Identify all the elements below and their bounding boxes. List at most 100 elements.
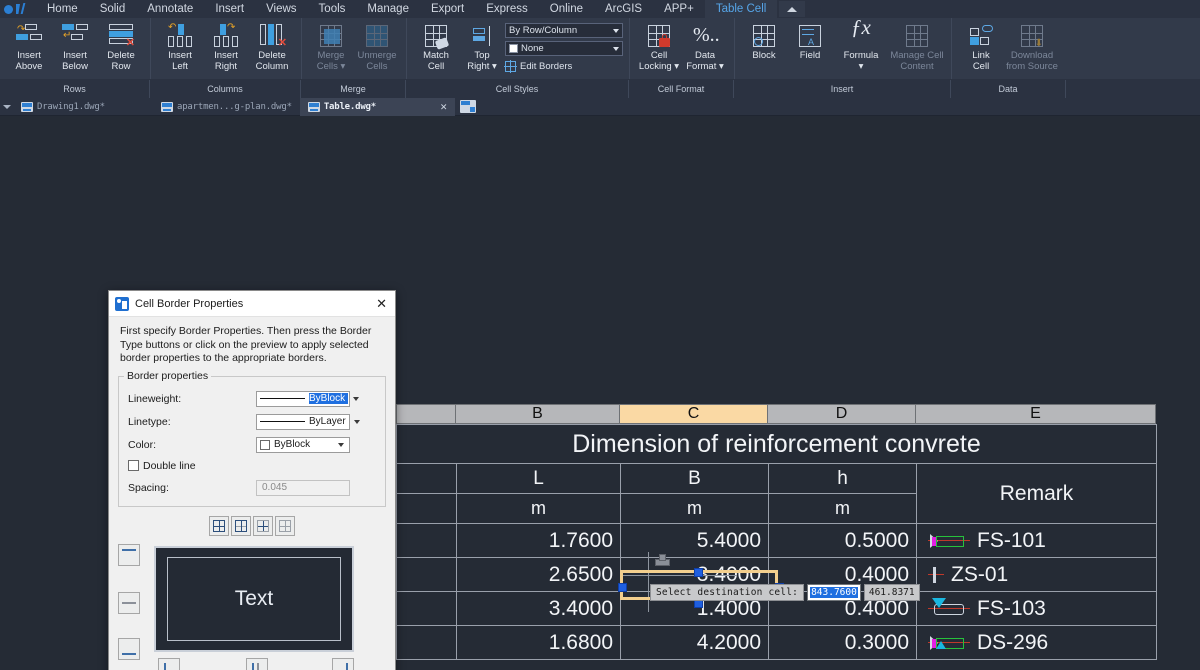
unit-cell-0[interactable] [396,493,457,524]
insert-below-button[interactable]: ↵ Insert Below [52,21,98,72]
ribbon-tab-export[interactable]: Export [420,0,475,18]
application-menu[interactable] [0,0,36,18]
border-preview-box[interactable]: Text [154,545,354,652]
linetype-dropdown[interactable]: ByLayer [256,413,350,430]
ribbon-tab-online[interactable]: Online [539,0,594,18]
cell-L-1[interactable]: 1.7600 [456,523,621,558]
file-tab-menu-button[interactable] [0,104,13,109]
ribbon-tab-tools[interactable]: Tools [308,0,357,18]
table-breaking-grip-icon[interactable] [655,553,670,566]
header-cell-2[interactable]: B [620,463,769,494]
ribbon-collapse-button[interactable] [779,1,806,17]
column-header-D[interactable]: D [768,404,916,424]
cell-L-2[interactable]: 2.6500 [456,557,621,592]
table-row[interactable]: 1.6800 4.2000 0.3000 DS-296 [396,625,1157,660]
vertical-inside-border-button[interactable] [246,657,268,670]
match-cell-button[interactable]: Match Cell [413,21,459,72]
right-border-button[interactable] [332,657,354,670]
table-title[interactable]: Dimension of reinforcement convrete [396,424,1157,464]
dynamic-input-y-field[interactable]: 461.8371 [863,584,920,601]
insert-right-button[interactable]: ↷ Insert Right [203,21,249,72]
chevron-down-icon[interactable] [348,392,364,406]
outside-borders-button[interactable] [231,515,251,536]
row-handle-cell[interactable] [396,625,457,660]
acad-table[interactable]: BCDE Dimension of reinforcement convrete… [396,404,1157,660]
file-tab-2[interactable]: apartmen...g-plan.dwg* [153,98,300,116]
cell-remark-1[interactable]: FS-101 [916,523,1157,558]
header-cell-remark[interactable]: Remark [916,463,1157,524]
row-handle-cell[interactable] [396,591,457,626]
ribbon-tab-views[interactable]: Views [255,0,307,18]
cell-grip-top[interactable] [694,568,703,577]
column-header-row-handle[interactable] [396,404,456,424]
column-header-B[interactable]: B [456,404,620,424]
header-cell-1[interactable]: L [456,463,621,494]
horizontal-inside-border-button[interactable] [118,591,140,614]
ribbon-tab-express[interactable]: Express [475,0,539,18]
insert-above-button[interactable]: ↷ Insert Above [6,21,52,72]
drawing-canvas[interactable]: BCDE Dimension of reinforcement convrete… [0,116,1200,670]
unmerge-cells-button[interactable]: Unmerge Cells [354,21,400,72]
bottom-border-button[interactable] [118,637,140,660]
background-fill-dropdown[interactable]: None [505,41,623,56]
header-cell-0[interactable] [396,463,457,494]
ribbon-tab-table-cell[interactable]: Table Cell [704,0,778,18]
insert-left-button[interactable]: ↶ Insert Left [157,21,203,72]
cell-h-4[interactable]: 0.3000 [768,625,917,660]
top-right-align-button[interactable]: Top Right ▾ [459,21,505,72]
cell-L-4[interactable]: 1.6800 [456,625,621,660]
chevron-down-icon[interactable] [333,438,349,452]
cell-L-3[interactable]: 3.4000 [456,591,621,626]
dynamic-input-x-field[interactable]: 843.7600 [807,584,861,601]
double-line-checkbox[interactable] [128,460,139,471]
ribbon-tab-app-[interactable]: APP+ [653,0,705,18]
chevron-down-icon[interactable] [349,415,365,429]
cell-h-1[interactable]: 0.5000 [768,523,917,558]
double-line-row[interactable]: Double line [128,460,376,472]
ribbon-tab-arcgis[interactable]: ArcGIS [594,0,653,18]
table-column-headers[interactable]: BCDE [396,404,1157,424]
data-format-button[interactable]: %.. Data Format ▾ [682,21,728,72]
ribbon-tab-annotate[interactable]: Annotate [136,0,204,18]
edit-borders-button[interactable]: Edit Borders [504,59,623,73]
insert-block-button[interactable]: Block [741,21,787,62]
cell-remark-2[interactable]: ZS-01 [916,557,1157,592]
ribbon-tab-insert[interactable]: Insert [204,0,255,18]
all-borders-button[interactable] [209,515,229,536]
file-tab-3[interactable]: Table.dwg* ✕ [299,97,455,116]
unit-cell-2[interactable]: m [620,493,769,524]
delete-column-button[interactable]: ✕ Delete Column [249,21,295,72]
lineweight-dropdown[interactable]: ByBlock [256,390,350,407]
manage-cell-content-button[interactable]: Manage Cell Content [889,21,945,72]
cell-B-1[interactable]: 5.4000 [620,523,769,558]
unit-cell-3[interactable]: m [768,493,917,524]
insert-field-button[interactable]: A Field [787,21,833,62]
border-preview-area[interactable]: Text [118,542,386,670]
left-border-button[interactable] [158,657,180,670]
merge-cells-button[interactable]: Merge Cells ▾ [308,21,354,72]
row-handle-cell[interactable] [396,557,457,592]
ribbon-tab-solid[interactable]: Solid [89,0,137,18]
header-cell-3[interactable]: h [768,463,917,494]
quick-access-toolbar-icon[interactable] [16,3,29,15]
inside-borders-button[interactable] [253,515,273,536]
cell-locking-button[interactable]: Cell Locking ▾ [636,21,682,72]
dynamic-input-tooltip[interactable]: Select destination cell: 843.7600 461.83… [650,584,920,601]
row-handle-cell[interactable] [396,523,457,558]
dialog-titlebar[interactable]: Cell Border Properties ✕ [109,291,395,317]
unit-cell-1[interactable]: m [456,493,621,524]
close-icon[interactable]: ✕ [430,100,447,113]
ribbon-tab-home[interactable]: Home [36,0,89,18]
download-from-source-button[interactable]: ⬇ Download from Source [1004,21,1060,72]
cell-remark-4[interactable]: DS-296 [916,625,1157,660]
column-header-C[interactable]: C [620,404,768,424]
top-border-button[interactable] [118,543,140,566]
color-dropdown[interactable]: ByBlock [256,436,350,453]
ribbon-tab-manage[interactable]: Manage [356,0,420,18]
cell-border-properties-dialog[interactable]: Cell Border Properties ✕ First specify B… [108,290,396,670]
link-cell-button[interactable]: Link Cell [958,21,1004,72]
file-tab-1[interactable]: Drawing1.dwg* [13,98,153,116]
cell-B-4[interactable]: 4.2000 [620,625,769,660]
cell-style-dropdown[interactable]: By Row/Column [505,23,623,38]
delete-row-button[interactable]: ✕ Delete Row [98,21,144,72]
